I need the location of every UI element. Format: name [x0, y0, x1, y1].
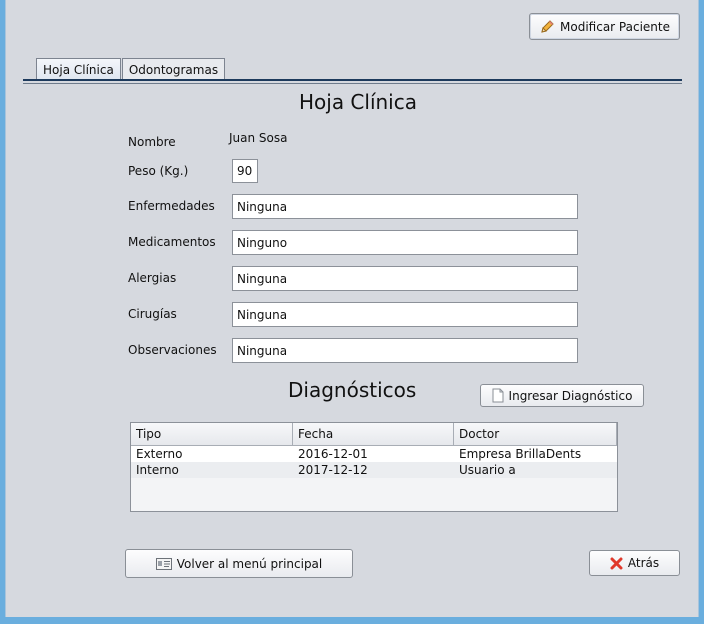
tab-hoja-clinica[interactable]: Hoja Clínica: [36, 58, 121, 80]
name-value: Juan Sosa: [229, 131, 288, 145]
cell-tipo: Interno: [136, 463, 179, 477]
cell-fecha: 2016-12-01: [298, 447, 368, 461]
cell-doctor: Empresa BrillaDents: [459, 447, 582, 461]
modify-patient-label: Modificar Paciente: [560, 19, 670, 34]
table-row[interactable]: Externo 2016-12-01 Empresa BrillaDents: [131, 446, 617, 462]
document-icon: [492, 388, 504, 403]
pencil-icon: [539, 19, 555, 35]
surgeries-label: Cirugías: [128, 307, 177, 321]
observations-label: Observaciones: [128, 343, 217, 357]
diseases-label: Enfermedades: [128, 199, 215, 213]
diagnostics-title: Diagnósticos: [288, 378, 417, 402]
allergies-label: Alergias: [128, 271, 177, 285]
tab-divider: [23, 83, 682, 84]
back-to-menu-button[interactable]: Volver al menú principal: [125, 549, 353, 578]
weight-label: Peso (Kg.): [128, 164, 189, 178]
modify-patient-button[interactable]: Modificar Paciente: [529, 13, 680, 40]
weight-field[interactable]: 90: [232, 159, 258, 183]
allergies-field[interactable]: Ninguna: [232, 266, 578, 291]
cell-doctor: Usuario a: [459, 463, 516, 477]
column-header-fecha[interactable]: Fecha: [293, 423, 454, 445]
tab-underline: [23, 79, 682, 81]
diseases-field[interactable]: Ninguna: [232, 194, 578, 219]
column-header-doctor[interactable]: Doctor: [454, 423, 617, 445]
cell-fecha: 2017-12-12: [298, 463, 368, 477]
medications-field[interactable]: Ninguno: [232, 230, 578, 255]
back-label: Atrás: [627, 556, 660, 570]
medications-label: Medicamentos: [128, 235, 216, 249]
tab-bar: Hoja Clínica Odontogramas: [36, 58, 226, 80]
observations-field[interactable]: Ninguna: [232, 338, 578, 363]
name-label: Nombre: [128, 135, 176, 149]
tab-odontogramas[interactable]: Odontogramas: [121, 58, 226, 80]
back-to-menu-label: Volver al menú principal: [176, 556, 323, 571]
main-window: Modificar Paciente Hoja Clínica Odontogr…: [5, 0, 699, 617]
page-title: Hoja Clínica: [298, 90, 417, 114]
back-button[interactable]: Atrás: [589, 550, 680, 576]
surgeries-field[interactable]: Ninguna: [232, 302, 578, 327]
table-row[interactable]: Interno 2017-12-12 Usuario a: [131, 462, 617, 478]
close-icon: [610, 557, 623, 570]
add-diagnosis-label: Ingresar Diagnóstico: [508, 388, 633, 403]
diagnostics-table[interactable]: Tipo Fecha Doctor Externo 2016-12-01 Emp…: [130, 422, 618, 512]
column-header-tipo[interactable]: Tipo: [131, 423, 293, 445]
table-header: Tipo Fecha Doctor: [131, 423, 617, 446]
id-card-icon: [155, 557, 172, 570]
cell-tipo: Externo: [136, 447, 183, 461]
add-diagnosis-button[interactable]: Ingresar Diagnóstico: [480, 384, 644, 407]
